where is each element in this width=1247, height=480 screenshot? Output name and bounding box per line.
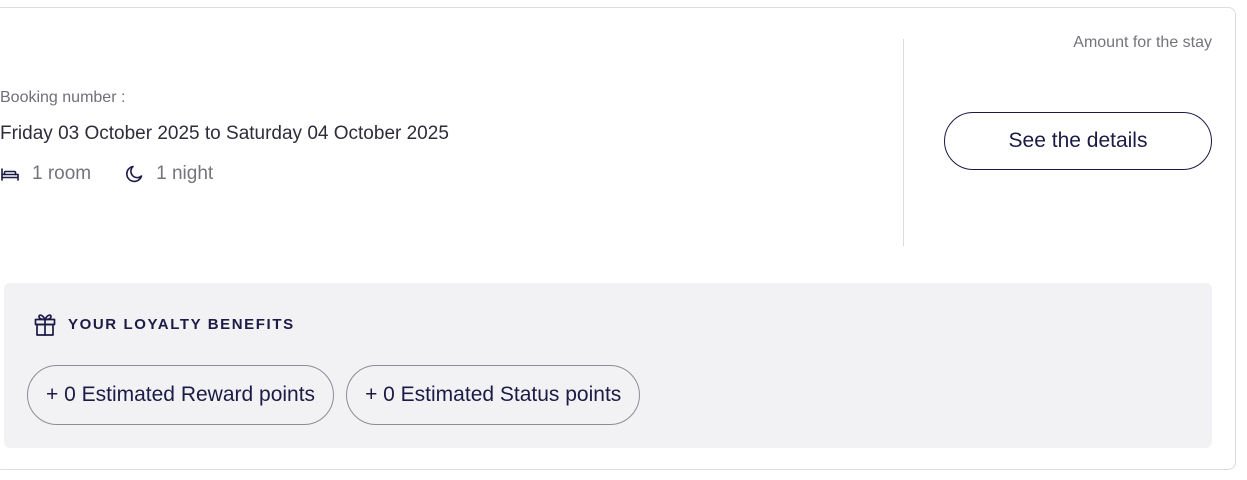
see-details-button[interactable]: See the details [944,112,1212,170]
loyalty-benefits-panel: YOUR LOYALTY BENEFITS + 0 Estimated Rewa… [4,283,1212,448]
gift-icon [33,311,57,337]
nights-info: 1 night [124,163,213,185]
loyalty-header: YOUR LOYALTY BENEFITS [33,311,295,337]
bed-icon [0,164,20,184]
reward-points-chip: + 0 Estimated Reward points [27,365,335,425]
nights-count: 1 night [156,163,214,184]
booking-number-label: Booking number : [0,89,126,106]
points-chips: + 0 Estimated Reward points + 0 Estimate… [27,365,641,425]
amount-label: Amount for the stay [1073,34,1212,51]
rooms-count: 1 room [32,163,92,184]
moon-icon [124,164,144,184]
loyalty-title: YOUR LOYALTY BENEFITS [68,315,295,333]
vertical-divider [903,39,904,246]
stay-dates: Friday 03 October 2025 to Saturday 04 Oc… [0,123,449,144]
stay-meta: 1 room 1 night [0,163,213,185]
status-points-chip: + 0 Estimated Status points [346,365,641,425]
rooms-info: 1 room [0,163,91,185]
